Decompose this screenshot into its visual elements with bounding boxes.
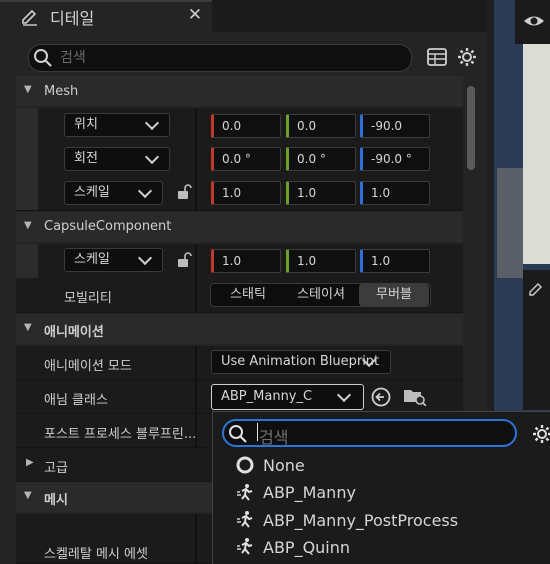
text-cursor bbox=[257, 423, 258, 441]
popup-item-none[interactable]: None bbox=[263, 456, 305, 475]
none-circle-icon bbox=[236, 456, 254, 478]
popup-item-abp-manny[interactable]: ABP_Manny bbox=[263, 483, 356, 502]
table-view-icon[interactable] bbox=[427, 48, 447, 70]
animation-blueprint-icon bbox=[236, 537, 256, 559]
scrollbar-thumb[interactable] bbox=[467, 86, 475, 170]
column-divider[interactable] bbox=[195, 514, 197, 564]
mobility-stationary-option[interactable]: 스테이셔 bbox=[286, 284, 356, 306]
category-label: Mesh bbox=[44, 84, 79, 99]
category-label: 애니메이션 bbox=[44, 325, 104, 340]
eye-icon[interactable] bbox=[523, 12, 547, 32]
capsule-scale-dropdown[interactable]: 스케일 bbox=[64, 248, 163, 272]
pencil-icon[interactable] bbox=[529, 282, 543, 300]
collapse-arrow-icon[interactable]: ▼ bbox=[24, 490, 32, 501]
popup-settings-gear-icon[interactable] bbox=[532, 424, 550, 448]
category-label: CapsuleComponent bbox=[44, 219, 172, 234]
anim-mode-value: Use Animation Blueprint bbox=[221, 354, 380, 369]
close-icon[interactable]: ✕ bbox=[187, 4, 203, 26]
pencil-icon bbox=[20, 7, 40, 27]
rotation-type-dropdown[interactable]: 회전 bbox=[64, 147, 170, 171]
column-divider[interactable] bbox=[195, 244, 197, 312]
anim-class-value: ABP_Manny_C bbox=[221, 389, 313, 404]
skeletal-mesh-label: 스켈레탈 메시 에셋 bbox=[44, 547, 148, 562]
mobility-static-option[interactable]: 스태틱 bbox=[213, 284, 283, 306]
expand-arrow-icon[interactable]: ▶ bbox=[26, 457, 34, 468]
animation-blueprint-icon bbox=[236, 483, 256, 505]
settings-gear-icon[interactable] bbox=[457, 47, 477, 71]
column-divider[interactable] bbox=[195, 108, 197, 210]
scale-x-field[interactable]: 1.0 bbox=[211, 181, 281, 205]
collapse-arrow-icon[interactable]: ▼ bbox=[24, 322, 32, 333]
scale-z-field[interactable]: 1.0 bbox=[360, 181, 430, 205]
location-y-field[interactable]: 0.0 bbox=[286, 114, 356, 138]
capsule-scale-y-field[interactable]: 1.0 bbox=[286, 249, 356, 273]
capsule-scale-label: 스케일 bbox=[74, 252, 110, 267]
viewport-wall bbox=[523, 44, 550, 264]
rotation-label: 회전 bbox=[74, 151, 98, 166]
unlock-icon[interactable] bbox=[176, 184, 192, 200]
chevron-down-icon bbox=[336, 387, 352, 403]
scale-type-dropdown[interactable]: 스케일 bbox=[64, 181, 163, 205]
collapse-arrow-icon[interactable]: ▼ bbox=[24, 84, 32, 95]
use-selected-arrow-icon[interactable] bbox=[371, 387, 391, 411]
capsule-scale-z-field[interactable]: 1.0 bbox=[360, 249, 430, 273]
indent-strip bbox=[16, 244, 38, 278]
category-mesh[interactable] bbox=[16, 76, 463, 106]
search-icon bbox=[33, 48, 53, 72]
anim-class-dropdown[interactable]: ABP_Manny_C bbox=[211, 384, 364, 410]
location-type-dropdown[interactable]: 위치 bbox=[64, 113, 170, 137]
anim-class-label: 애님 클래스 bbox=[44, 393, 108, 408]
popup-item-abp-quinn[interactable]: ABP_Quinn bbox=[263, 538, 350, 557]
unlock-icon[interactable] bbox=[176, 252, 192, 268]
search-placeholder: 검색 bbox=[60, 50, 86, 66]
rotation-x-field[interactable]: 0.0 ° bbox=[211, 147, 281, 171]
browse-folder-icon[interactable] bbox=[403, 386, 427, 410]
advanced-label: 고급 bbox=[44, 461, 68, 476]
viewport-panel-body bbox=[523, 300, 550, 410]
mobility-label: 모빌리티 bbox=[64, 291, 112, 306]
anim-mode-dropdown[interactable]: Use Animation Blueprint bbox=[211, 350, 391, 374]
location-z-field[interactable]: -90.0 bbox=[360, 114, 430, 138]
indent-strip bbox=[16, 108, 38, 210]
animation-blueprint-icon bbox=[236, 510, 256, 532]
collapse-arrow-icon[interactable]: ▼ bbox=[24, 220, 32, 231]
column-divider[interactable] bbox=[195, 346, 197, 448]
location-x-field[interactable]: 0.0 bbox=[211, 114, 281, 138]
location-label: 위치 bbox=[74, 117, 98, 132]
mobility-segmented-control[interactable]: 스태틱 스테이셔 무버블 bbox=[210, 283, 431, 307]
scale-y-field[interactable]: 1.0 bbox=[286, 181, 356, 205]
rotation-z-field[interactable]: -90.0 ° bbox=[360, 147, 430, 171]
anim-mode-label: 애니메이션 모드 bbox=[44, 359, 132, 374]
scale-label: 스케일 bbox=[74, 185, 110, 200]
tab-strip-empty bbox=[212, 0, 487, 32]
chevron-down-icon bbox=[144, 149, 160, 165]
mobility-movable-option[interactable]: 무버블 bbox=[359, 284, 429, 306]
chevron-down-icon bbox=[137, 183, 153, 199]
category-label: 메시 bbox=[44, 493, 68, 508]
chevron-down-icon bbox=[137, 250, 153, 266]
search-icon bbox=[228, 424, 248, 448]
rotation-y-field[interactable]: 0.0 ° bbox=[286, 147, 356, 171]
capsule-scale-x-field[interactable]: 1.0 bbox=[211, 249, 281, 273]
popup-item-abp-manny-postprocess[interactable]: ABP_Manny_PostProcess bbox=[263, 511, 458, 530]
tab-title: 디테일 bbox=[50, 9, 95, 28]
post-process-label: 포스트 프로세스 블루프린... bbox=[44, 427, 197, 442]
popup-search-placeholder: 검색 bbox=[259, 428, 289, 447]
viewport-object bbox=[497, 168, 523, 278]
chevron-down-icon bbox=[144, 115, 160, 131]
